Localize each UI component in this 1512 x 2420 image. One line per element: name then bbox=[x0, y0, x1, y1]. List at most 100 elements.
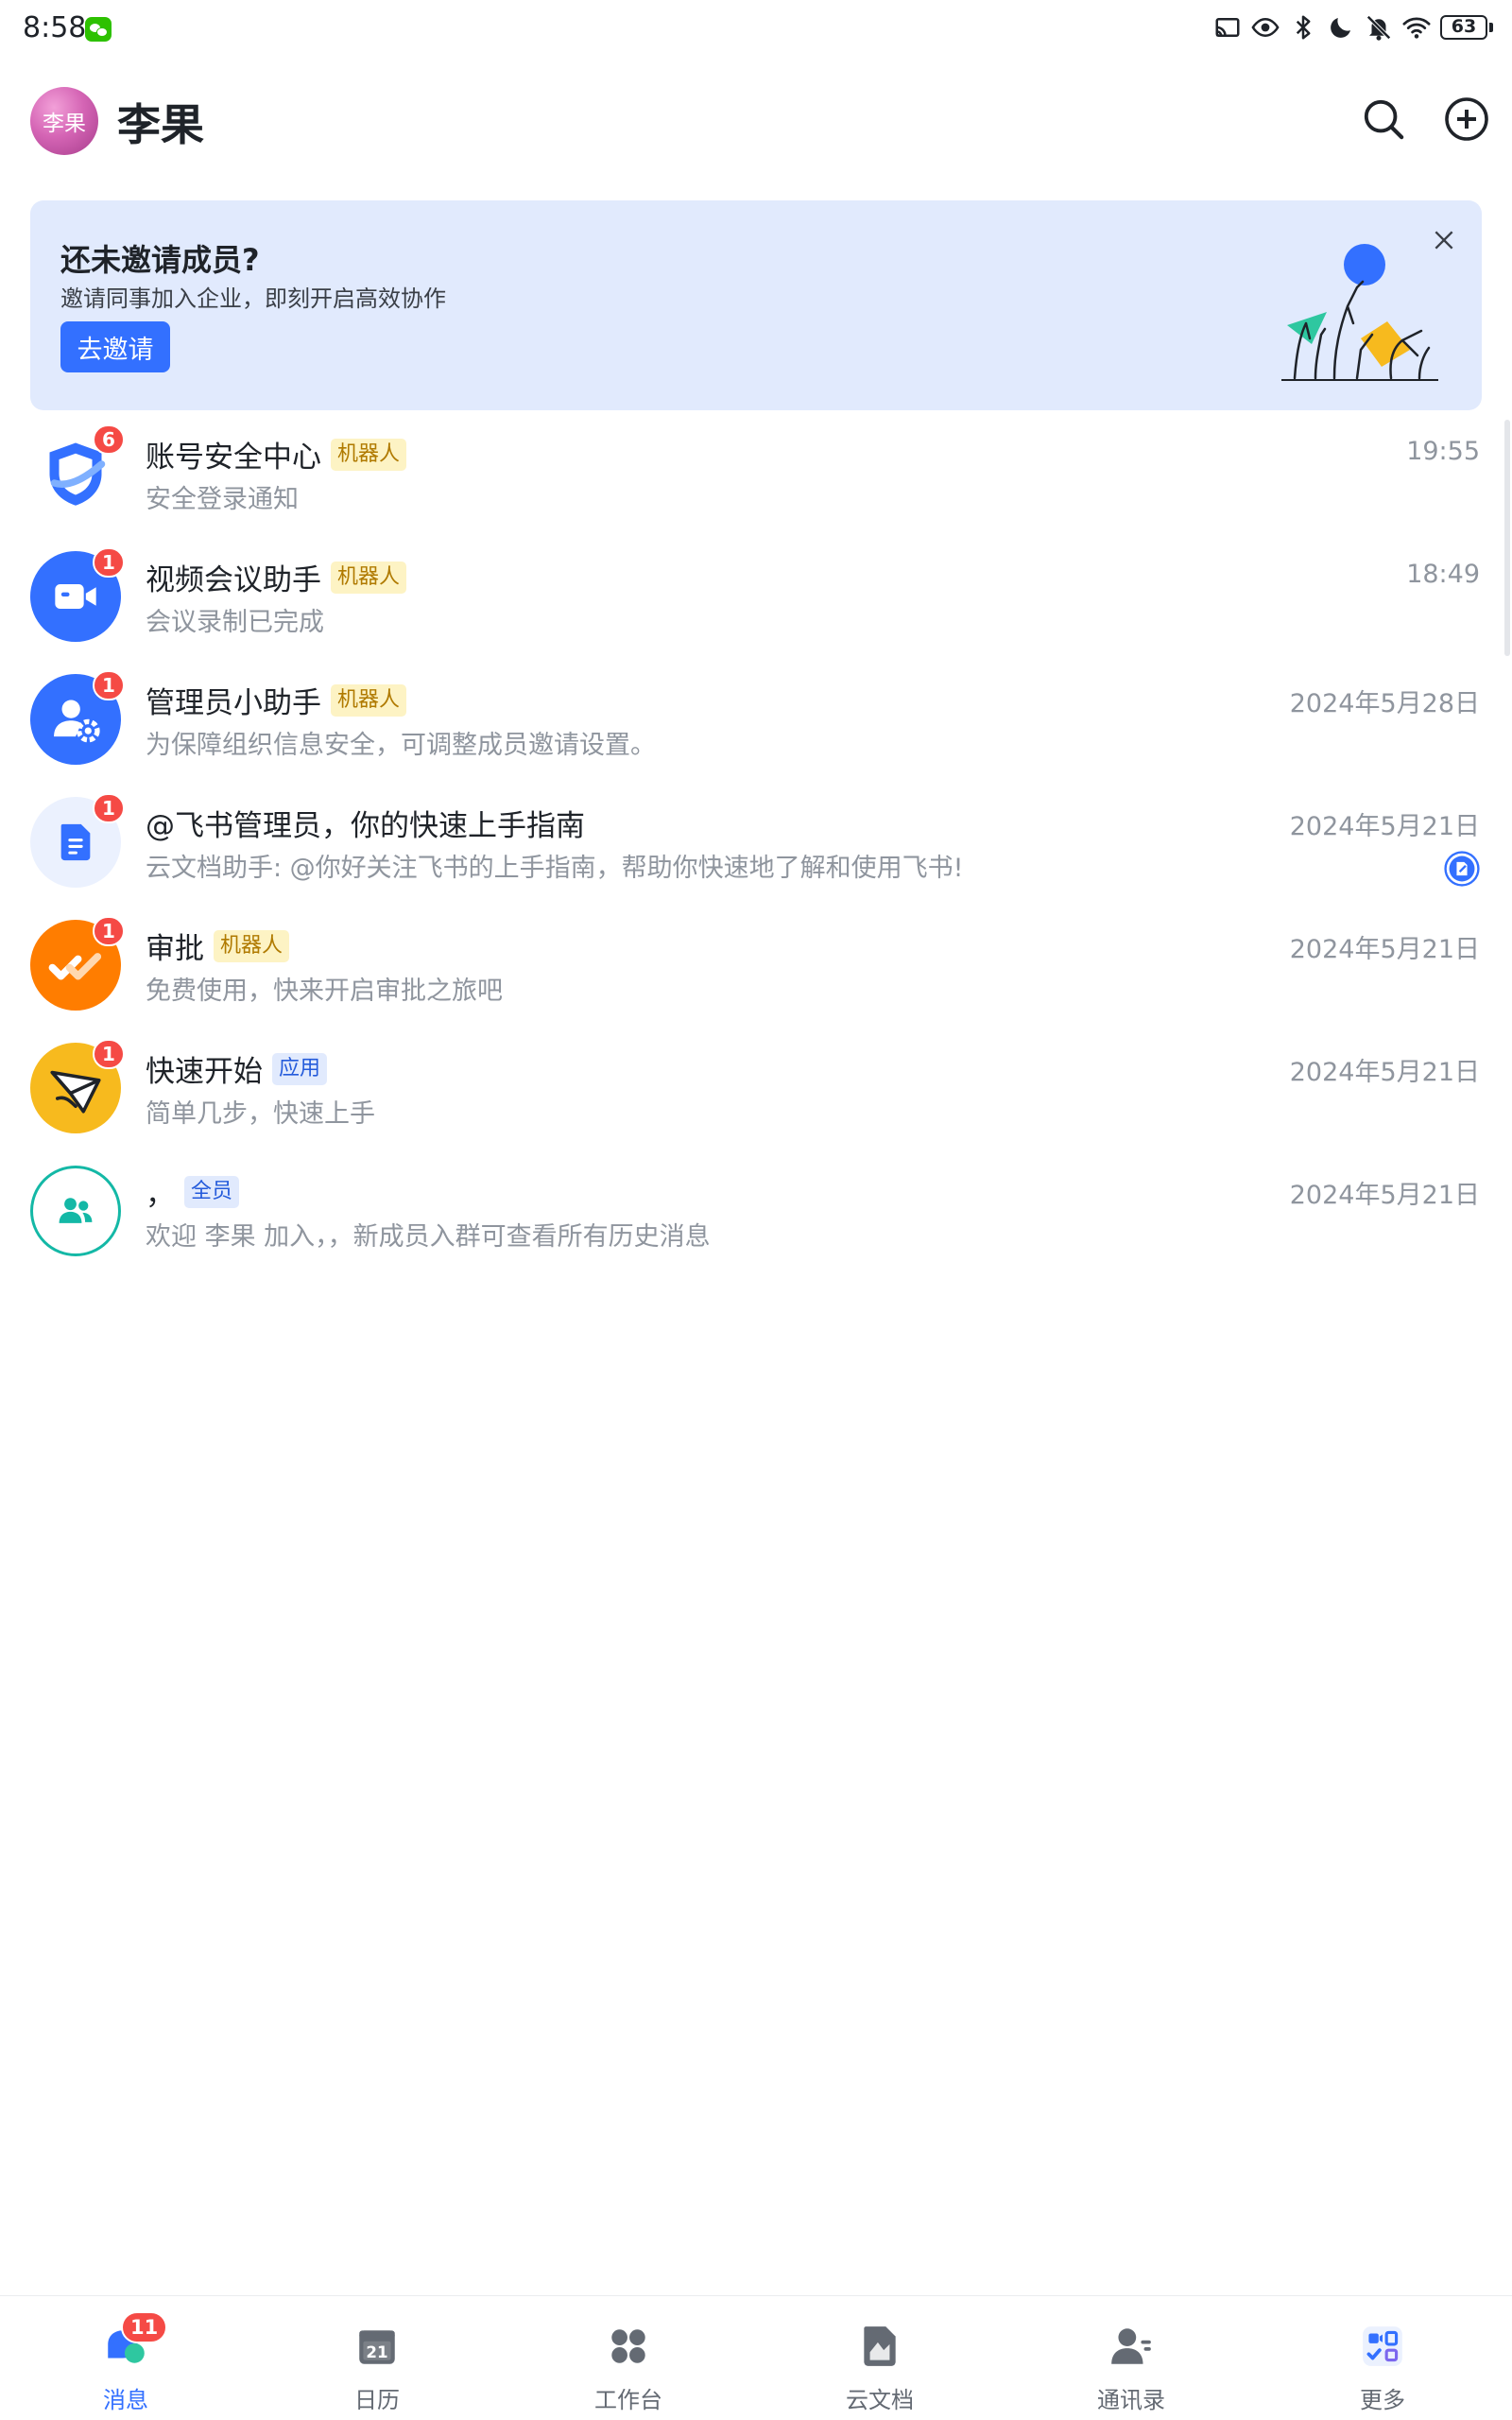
chat-item-admin-assistant[interactable]: 1 管理员小助手 机器人 为保障组织信息安全，可调整成员邀请设置。 2024年5… bbox=[0, 658, 1512, 781]
chat-time: 2024年5月21日 bbox=[1289, 1181, 1480, 1210]
unread-badge: 1 bbox=[93, 547, 125, 578]
more-apps-icon bbox=[1363, 2326, 1402, 2366]
nav-label: 日历 bbox=[354, 2387, 400, 2413]
status-icons: 63 bbox=[1213, 13, 1493, 42]
chat-time: 2024年5月21日 bbox=[1289, 812, 1480, 841]
chat-title-row: 快速开始 应用 bbox=[146, 1047, 328, 1090]
chat-time: 2024年5月21日 bbox=[1289, 1058, 1480, 1087]
search-icon bbox=[1364, 99, 1404, 140]
chat-item-quick-start[interactable]: 1 快速开始 应用 简单几步，快速上手 2024年5月21日 bbox=[0, 1027, 1512, 1150]
bot-tag: 机器人 bbox=[214, 929, 290, 962]
chat-title-row: 管理员小助手 机器人 bbox=[146, 679, 407, 721]
battery-icon: 63 bbox=[1440, 15, 1493, 40]
nav-label: 消息 bbox=[103, 2387, 148, 2413]
bottom-nav: 11 消息 21 日历 工作台 云文档 通讯录 更多 bbox=[0, 2295, 1512, 2420]
chat-title-row: 账号安全中心 机器人 bbox=[146, 433, 407, 475]
chat-preview: 安全登录通知 bbox=[146, 485, 299, 514]
chat-title-row: 视频会议助手 机器人 bbox=[146, 556, 407, 598]
status-time: 8:58 bbox=[23, 11, 87, 44]
scrollbar[interactable] bbox=[1504, 420, 1510, 656]
cast-icon bbox=[1215, 18, 1240, 37]
chat-item-security-center[interactable]: 6 账号安全中心 机器人 安全登录通知 19:55 bbox=[0, 412, 1512, 535]
cloud-doc-icon bbox=[864, 2326, 896, 2366]
video-camera-icon bbox=[55, 584, 96, 609]
header: 李果 李果 bbox=[0, 79, 1512, 159]
avatar[interactable]: 李果 bbox=[30, 87, 98, 155]
wechat-icon bbox=[85, 17, 112, 42]
calendar-icon: 21 bbox=[359, 2330, 395, 2364]
chat-time: 2024年5月28日 bbox=[1289, 689, 1480, 718]
chat-list: 6 账号安全中心 机器人 安全登录通知 19:55 1 视频会议助手 机器人 会 bbox=[0, 412, 1512, 1272]
all-members-tag: 全员 bbox=[184, 1175, 240, 1208]
banner-subtitle: 邀请同事加入企业，即刻开启高效协作 bbox=[60, 285, 446, 312]
chat-item-video-meeting[interactable]: 1 视频会议助手 机器人 会议录制已完成 18:49 bbox=[0, 535, 1512, 658]
nav-label: 更多 bbox=[1360, 2387, 1405, 2413]
chat-title-row: @飞书管理员，你的快速上手指南 bbox=[146, 802, 585, 844]
chat-preview: 欢迎 李果 加入，，新成员入群可查看所有历史消息 bbox=[146, 1222, 711, 1252]
nav-unread-badge: 11 bbox=[121, 2311, 168, 2343]
chat-preview: 会议录制已完成 bbox=[146, 608, 324, 637]
unread-badge: 1 bbox=[93, 916, 125, 946]
chat-item-approval[interactable]: 1 审批 机器人 免费使用，快来开启审批之旅吧 2024年5月21日 bbox=[0, 904, 1512, 1027]
admin-settings-icon bbox=[54, 700, 100, 743]
banner-title: 还未邀请成员? bbox=[60, 242, 260, 278]
chat-name: 账号安全中心 bbox=[146, 441, 321, 475]
bot-tag: 机器人 bbox=[331, 438, 407, 471]
unread-badge: 1 bbox=[93, 670, 125, 700]
calendar-date: 21 bbox=[366, 2343, 387, 2361]
chat-time: 18:49 bbox=[1406, 560, 1480, 589]
chat-name: ， bbox=[146, 1178, 175, 1212]
nav-item-more[interactable]: 更多 bbox=[1257, 2296, 1508, 2420]
chat-preview: 云文档助手: @你好关注飞书的上手指南，帮助你快速地了解和使用飞书! bbox=[146, 854, 964, 883]
doc-link-icon[interactable] bbox=[1444, 851, 1480, 887]
page-title: 李果 bbox=[117, 99, 204, 150]
invite-illustration bbox=[1281, 244, 1438, 381]
chat-name: @飞书管理员，你的快速上手指南 bbox=[146, 809, 585, 843]
chat-avatar bbox=[30, 1166, 121, 1256]
nav-label: 云文档 bbox=[846, 2387, 914, 2413]
battery-level: 63 bbox=[1440, 15, 1487, 40]
chat-name: 管理员小助手 bbox=[146, 686, 321, 720]
chat-item-all-members-group[interactable]: ， 全员 欢迎 李果 加入，，新成员入群可查看所有历史消息 2024年5月21日 bbox=[0, 1150, 1512, 1272]
wifi-icon bbox=[1402, 17, 1431, 39]
moon-icon bbox=[1331, 18, 1350, 38]
unread-badge: 1 bbox=[93, 1039, 125, 1069]
nav-item-messages[interactable]: 11 消息 bbox=[0, 2296, 251, 2420]
app-tag: 应用 bbox=[272, 1052, 328, 1085]
chat-preview: 为保障组织信息安全，可调整成员邀请设置。 bbox=[146, 731, 656, 760]
nav-item-calendar[interactable]: 21 日历 bbox=[251, 2296, 503, 2420]
approval-icon bbox=[48, 953, 102, 980]
search-button[interactable] bbox=[1357, 93, 1410, 146]
add-button[interactable] bbox=[1440, 93, 1493, 146]
nav-item-contacts[interactable]: 通讯录 bbox=[1005, 2296, 1257, 2420]
nav-label: 通讯录 bbox=[1097, 2387, 1165, 2413]
plus-circle-icon bbox=[1445, 97, 1488, 141]
chat-name: 审批 bbox=[146, 932, 204, 966]
chat-preview: 简单几步，快速上手 bbox=[146, 1099, 375, 1129]
bot-tag: 机器人 bbox=[331, 561, 407, 594]
chat-time: 2024年5月21日 bbox=[1289, 935, 1480, 964]
invite-banner: 还未邀请成员? 邀请同事加入企业，即刻开启高效协作 去邀请 bbox=[30, 200, 1482, 410]
chat-title-row: 审批 机器人 bbox=[146, 925, 290, 967]
nav-item-workplace[interactable]: 工作台 bbox=[503, 2296, 754, 2420]
workplace-icon bbox=[611, 2329, 645, 2363]
bell-off-icon bbox=[1366, 15, 1391, 41]
bot-tag: 机器人 bbox=[331, 683, 407, 717]
chat-preview: 免费使用，快来开启审批之旅吧 bbox=[146, 977, 503, 1006]
eye-icon bbox=[1251, 17, 1280, 38]
status-bar: 8:58 63 bbox=[0, 0, 1512, 60]
group-icon bbox=[59, 1198, 93, 1223]
nav-item-cloud-docs[interactable]: 云文档 bbox=[754, 2296, 1005, 2420]
document-icon bbox=[60, 823, 91, 861]
unread-badge: 6 bbox=[93, 424, 125, 455]
nav-label: 工作台 bbox=[594, 2387, 662, 2413]
chat-name: 视频会议助手 bbox=[146, 563, 321, 597]
chat-item-quickstart-guide[interactable]: 1 @飞书管理员，你的快速上手指南 云文档助手: @你好关注飞书的上手指南，帮助… bbox=[0, 781, 1512, 904]
chat-time: 19:55 bbox=[1406, 437, 1480, 466]
feishu-messages-screen: 8:58 63 李果 李果 还未邀请成员? 邀请同事加入企业，即刻开启高效协作 bbox=[0, 0, 1512, 2420]
chat-name: 快速开始 bbox=[146, 1055, 263, 1089]
contacts-icon bbox=[1111, 2328, 1151, 2364]
paper-plane-icon bbox=[50, 1070, 101, 1114]
invite-button[interactable]: 去邀请 bbox=[60, 321, 170, 372]
chat-title-row: ， 全员 bbox=[146, 1170, 240, 1213]
